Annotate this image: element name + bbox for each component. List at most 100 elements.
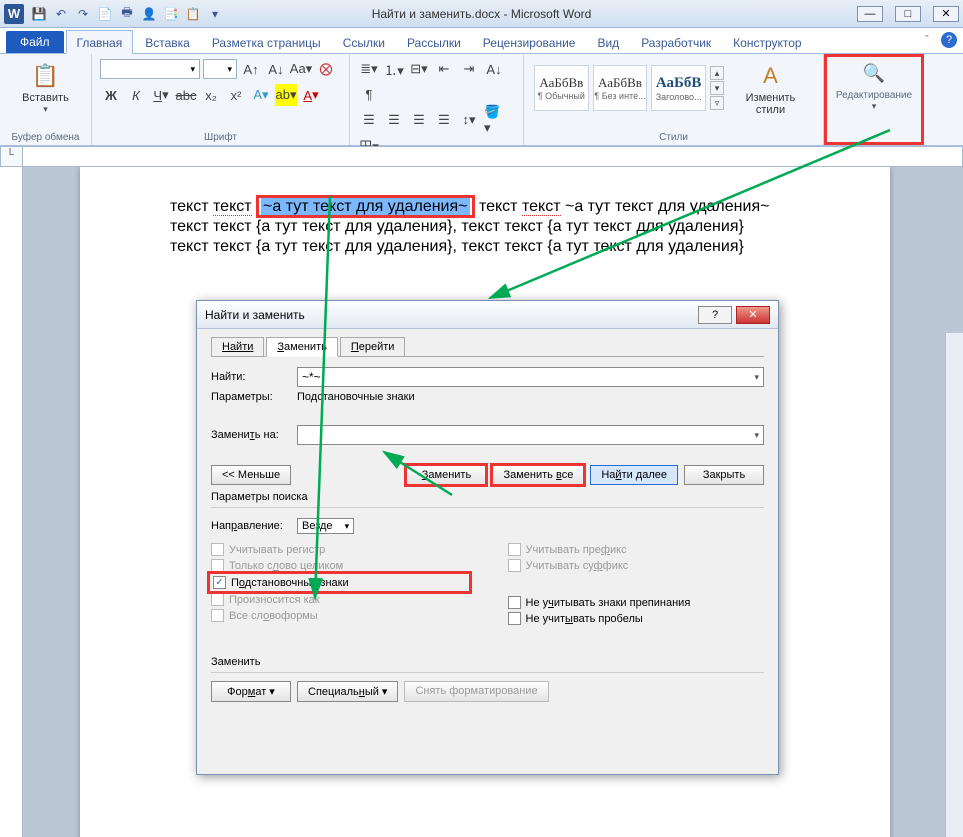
multilevel-icon[interactable]: ⊟▾	[408, 58, 430, 80]
shading-icon[interactable]: 🪣▾	[483, 109, 505, 131]
paste-button[interactable]: 📋 Вставить ▾	[8, 58, 83, 117]
line-spacing-icon[interactable]: ↕▾	[458, 109, 480, 131]
find-input[interactable]: ~*~▾	[297, 367, 764, 387]
change-styles-label: Изменить стили	[732, 92, 809, 116]
editing-group[interactable]: 🔍 Редактирование ▾	[824, 54, 924, 145]
qat-icon[interactable]: 📄	[96, 5, 114, 23]
tab-find[interactable]: Найти	[211, 337, 264, 357]
strike-icon[interactable]: abc	[175, 84, 197, 106]
tab-mailings[interactable]: Рассылки	[397, 31, 471, 53]
highlight-icon[interactable]: ab▾	[275, 84, 297, 106]
ruler-corner[interactable]: L	[0, 146, 23, 167]
tab-developer[interactable]: Разработчик	[631, 31, 721, 53]
dialog-close-button[interactable]: ✕	[736, 306, 770, 324]
text-effects-icon[interactable]: A▾	[250, 84, 272, 106]
check-wildcards[interactable]: ✓Подстановочные знаки	[211, 575, 468, 590]
less-button[interactable]: << Меньше	[211, 465, 291, 485]
font-face-combo[interactable]: ▾	[100, 59, 200, 79]
check-prefix: Учитывать префикс	[508, 543, 765, 556]
qat-icon[interactable]: 👤	[140, 5, 158, 23]
clear-format-icon[interactable]: ⨂	[315, 58, 337, 80]
styles-up-icon[interactable]: ▴	[710, 66, 724, 80]
dialog-titlebar[interactable]: Найти и заменить ? ✕	[197, 301, 778, 329]
decrease-indent-icon[interactable]: ⇤	[433, 58, 455, 80]
dialog-help-button[interactable]: ?	[698, 306, 732, 324]
check-suffix: Учитывать суффикс	[508, 559, 765, 572]
vertical-scrollbar[interactable]	[945, 333, 963, 837]
highlighted-selection: ~а тут текст для удаления~	[261, 198, 469, 215]
tab-insert[interactable]: Вставка	[135, 31, 200, 53]
replace-input[interactable]: ▾	[297, 425, 764, 445]
subscript-icon[interactable]: x₂	[200, 84, 222, 106]
close-window-button[interactable]: ✕	[933, 6, 959, 22]
redo-icon[interactable]: ↷	[74, 5, 92, 23]
tab-home[interactable]: Главная	[66, 30, 134, 54]
check-ignore-punct[interactable]: Не учитывать знаки препинания	[508, 596, 765, 609]
numbering-icon[interactable]: ⒈▾	[383, 58, 405, 80]
maximize-button[interactable]: □	[895, 6, 921, 22]
tab-review[interactable]: Рецензирование	[473, 31, 586, 53]
show-marks-icon[interactable]: ¶	[358, 83, 380, 105]
tab-layout[interactable]: Разметка страницы	[202, 31, 331, 53]
minimize-ribbon-icon[interactable]: ˇ	[919, 32, 935, 48]
horizontal-ruler[interactable]	[23, 146, 963, 167]
check-ignore-space[interactable]: Не учитывать пробелы	[508, 612, 765, 625]
quick-access-toolbar: 💾 ↶ ↷ 📄 🖶 👤 📑 📋 ▾	[30, 5, 224, 23]
superscript-icon[interactable]: x²	[225, 84, 247, 106]
check-whole-word: Только слово целиком	[211, 559, 468, 572]
qat-dropdown-icon[interactable]: ▾	[206, 5, 224, 23]
replace-all-button[interactable]: Заменить все	[492, 465, 584, 485]
close-button[interactable]: Закрыть	[684, 465, 764, 485]
direction-label: Направление:	[211, 520, 297, 532]
document-content[interactable]: текст текст ~а тут текст для удаления~ т…	[80, 167, 890, 287]
align-left-icon[interactable]: ☰	[358, 109, 380, 131]
qat-icon[interactable]: 📑	[162, 5, 180, 23]
direction-select[interactable]: Везде▾	[297, 518, 354, 534]
styles-more-icon[interactable]: ▿	[710, 96, 724, 110]
underline-icon[interactable]: Ч▾	[150, 84, 172, 106]
style-item[interactable]: АаБбВЗаголово...	[651, 65, 706, 111]
align-center-icon[interactable]: ☰	[383, 109, 405, 131]
bold-icon[interactable]: Ж	[100, 84, 122, 106]
increase-indent-icon[interactable]: ⇥	[458, 58, 480, 80]
sort-icon[interactable]: A↓	[483, 58, 505, 80]
qat-icon[interactable]: 🖶	[118, 5, 136, 23]
tab-replace[interactable]: Заменить	[266, 337, 337, 357]
font-color-icon[interactable]: A▾	[300, 84, 322, 106]
tab-design[interactable]: Конструктор	[723, 31, 811, 53]
doc-line: текст текст ~а тут текст для удаления~ т…	[170, 197, 800, 217]
align-right-icon[interactable]: ☰	[408, 109, 430, 131]
style-item[interactable]: АаБбВв¶ Без инте...	[593, 65, 648, 111]
find-icon: 🔍	[831, 63, 917, 84]
style-item[interactable]: АаБбВв¶ Обычный	[534, 65, 589, 111]
replace-button[interactable]: Заменить	[406, 465, 486, 485]
tab-references[interactable]: Ссылки	[333, 31, 395, 53]
file-tab[interactable]: Файл	[6, 31, 64, 53]
qat-icon[interactable]: 📋	[184, 5, 202, 23]
help-icon[interactable]: ?	[941, 32, 957, 48]
save-icon[interactable]: 💾	[30, 5, 48, 23]
minimize-button[interactable]: —	[857, 6, 883, 22]
find-next-button[interactable]: Найти далее	[590, 465, 678, 485]
change-styles-button[interactable]: A Изменить стили	[726, 58, 815, 118]
italic-icon[interactable]: К	[125, 84, 147, 106]
tab-view[interactable]: Вид	[587, 31, 629, 53]
paste-label: Вставить	[22, 92, 69, 104]
tab-goto[interactable]: Перейти	[340, 337, 406, 357]
grow-font-icon[interactable]: A↑	[240, 58, 262, 80]
font-size-combo[interactable]: ▾	[203, 59, 237, 79]
replace-section-label: Заменить	[211, 656, 764, 668]
justify-icon[interactable]: ☰	[433, 109, 455, 131]
group-label: Редактирование	[831, 88, 917, 101]
vertical-ruler[interactable]	[0, 167, 23, 837]
undo-icon[interactable]: ↶	[52, 5, 70, 23]
format-button[interactable]: Формат ▾	[211, 681, 291, 702]
special-button[interactable]: Специальный ▾	[297, 681, 398, 702]
styles-down-icon[interactable]: ▾	[710, 81, 724, 95]
group-label: Буфер обмена	[8, 130, 83, 143]
shrink-font-icon[interactable]: A↓	[265, 58, 287, 80]
replace-label: Заменить на:	[211, 429, 297, 441]
change-case-icon[interactable]: Aa▾	[290, 58, 312, 80]
bullets-icon[interactable]: ≣▾	[358, 58, 380, 80]
params-value: Подстановочные знаки	[297, 391, 415, 403]
